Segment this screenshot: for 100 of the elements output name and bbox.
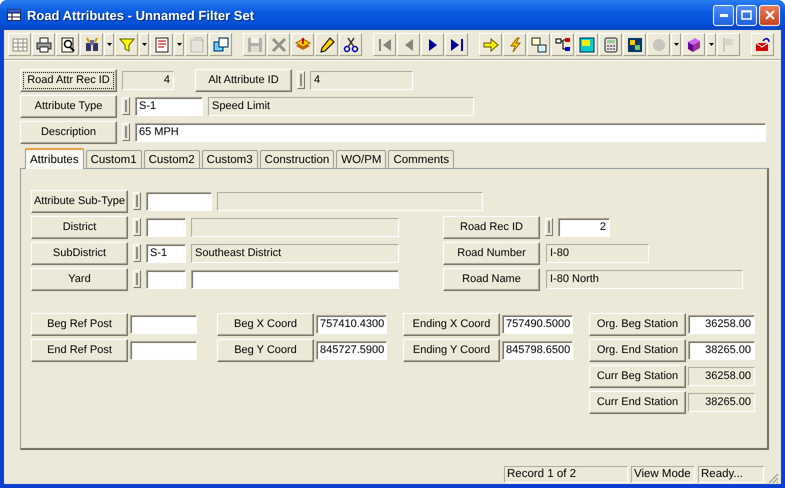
field-label-button[interactable]: Alt Attribute ID [195,68,292,92]
tab[interactable]: Custom2 [144,150,200,168]
field-label-button[interactable]: Road Rec ID [443,216,540,238]
tab[interactable]: WO/PM [336,150,386,168]
input-field[interactable]: 4 [122,70,174,90]
field-label-button[interactable]: Road Attr Rec ID [20,68,117,92]
input-field[interactable]: 38265.00 [688,392,755,412]
field-label-button[interactable]: Road Name [443,268,540,290]
input-field[interactable]: 845727.5900 [316,340,387,360]
input-field[interactable]: 845798.6500 [502,340,573,360]
field-label-button[interactable]: Ending X Coord [403,312,500,336]
lock-toggle[interactable] [122,123,130,141]
lock-toggle[interactable] [133,244,141,262]
tab[interactable]: Comments [388,150,454,168]
input-field[interactable]: Southeast District [191,244,399,262]
lock-toggle[interactable] [133,192,141,210]
chart-button[interactable] [623,33,646,56]
input-field[interactable]: 757490.5000 [502,314,573,334]
field-label-button[interactable]: Beg X Coord [217,312,314,336]
minimize-button[interactable] [713,4,734,26]
pencil-button[interactable] [315,33,338,56]
input-field[interactable] [146,192,212,210]
windows-button[interactable] [209,33,232,56]
status-pane: Ready... [698,466,764,482]
calculator-icon [602,36,618,52]
exit-icon [754,36,770,52]
first-icon [376,36,392,52]
dropdown-button[interactable] [706,33,716,56]
field-label-button[interactable]: End Ref Post [31,338,128,362]
input-field[interactable]: 65 MPH [135,122,766,142]
input-field[interactable]: 4 [310,70,413,90]
dropdown-button[interactable] [139,33,149,56]
field-label-button[interactable]: Beg Ref Post [31,312,128,336]
dropdown-button[interactable] [174,33,184,56]
caret-icon [674,43,678,46]
next-button[interactable] [421,33,444,56]
filter-button[interactable] [115,33,138,56]
field-label-button[interactable]: Beg Y Coord [217,338,314,362]
input-field[interactable]: 36258.00 [688,314,755,334]
tab[interactable]: Construction [260,150,334,168]
window-title: Road Attributes - Unnamed Filter Set [27,8,256,22]
input-field[interactable]: S-1 [135,96,203,116]
lock-toggle[interactable] [133,218,141,236]
field-label-button[interactable]: Yard [31,268,128,290]
tab[interactable]: Custom3 [202,150,258,168]
input-field[interactable] [130,340,197,360]
input-field[interactable] [191,270,399,288]
tab[interactable]: Custom1 [86,150,142,168]
tree-button[interactable] [551,33,574,56]
diagram-button[interactable] [527,33,550,56]
scissors-icon [342,36,358,52]
delete-icon [270,36,286,52]
field-label-button[interactable]: Curr Beg Station [589,364,686,388]
dropdown-button[interactable] [104,33,114,56]
lock-toggle[interactable] [297,71,305,89]
lock-toggle[interactable] [122,97,130,115]
arrow-icon [482,36,498,52]
arrow-button[interactable] [479,33,502,56]
field-label-button[interactable]: Attribute Sub-Type [31,190,128,212]
field-label-button[interactable]: Road Number [443,242,540,264]
input-field[interactable]: I-80 [546,244,649,262]
lock-toggle[interactable] [133,270,141,288]
maximize-icon [741,10,752,20]
maximize-button[interactable] [736,4,757,26]
field-label-button[interactable]: Curr End Station [589,390,686,414]
document-button[interactable] [150,33,173,56]
field-label-button[interactable]: Org. End Station [589,338,686,362]
scissors-button[interactable] [339,33,362,56]
field-label-button[interactable]: Org. Beg Station [589,312,686,336]
field-label-button[interactable]: Ending Y Coord [403,338,500,362]
input-field[interactable]: 757410.4300 [316,314,387,334]
preview-button[interactable] [56,33,79,56]
preview-icon [60,36,76,52]
input-field[interactable] [191,218,399,236]
printer-button[interactable] [32,33,55,56]
input-field[interactable]: 38265.00 [688,340,755,360]
field-label-button[interactable]: District [31,216,128,238]
input-field[interactable]: I-80 North [546,270,743,288]
lock-toggle[interactable] [545,218,553,236]
stack-button[interactable] [291,33,314,56]
input-field[interactable]: 36258.00 [688,366,755,386]
input-field[interactable] [146,218,186,236]
input-field[interactable] [217,192,483,210]
close-button[interactable] [759,4,780,26]
lightning-button[interactable] [503,33,526,56]
input-field[interactable] [146,270,186,288]
input-field[interactable]: S-1 [146,244,186,262]
caret-icon [176,43,182,46]
input-field[interactable]: 2 [558,218,610,236]
input-field[interactable] [130,314,197,334]
calculator-button[interactable] [599,33,622,56]
dropdown-button[interactable] [671,33,681,56]
last-button[interactable] [445,33,468,56]
exit-button[interactable] [751,33,774,56]
input-field[interactable]: Speed Limit [208,96,474,116]
field-label-button[interactable]: Description [20,120,117,144]
tab[interactable]: Attributes [25,148,84,169]
field-label-button[interactable]: SubDistrict [31,242,128,264]
binoculars-button[interactable] [80,33,103,56]
field-label-button[interactable]: Attribute Type [20,94,117,118]
